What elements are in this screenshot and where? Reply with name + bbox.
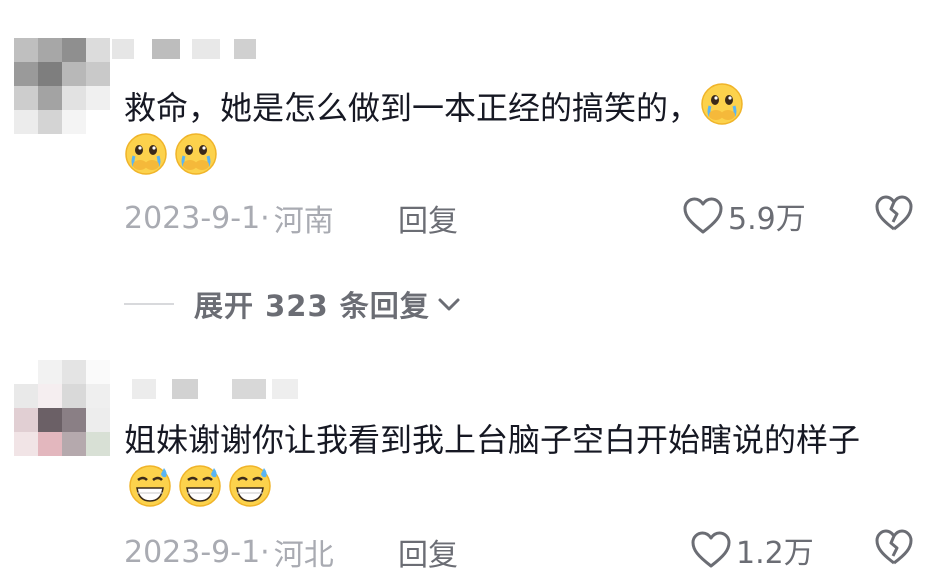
expand-replies-label: 展开 323 条回复 [194,289,430,323]
comment-location: 河南 [273,204,334,239]
avatar[interactable] [14,38,110,134]
comment-date: 2023-9-1· [124,200,270,236]
broken-heart-icon [875,195,913,231]
dislike-button[interactable] [874,528,914,572]
dislike-button[interactable] [874,194,914,238]
chevron-down-icon [438,298,460,311]
crying-pleading-face-icon [175,133,217,175]
comment-location: 河北 [273,538,334,573]
divider-line [124,303,174,305]
avatar[interactable] [14,360,110,456]
username[interactable] [112,36,352,62]
comment-text: 救命，她是怎么做到一本正经的搞笑的， [124,82,884,132]
comment-meta: 2023-9-1· 河北 [124,530,334,574]
broken-heart-icon [875,529,913,565]
comment-date: 2023-9-1· [124,534,270,570]
heart-icon [683,197,723,234]
emoji-row [128,464,272,508]
emoji-row [124,132,218,176]
grinning-sweat-face-icon [179,465,221,507]
comment-item: 姐妹谢谢你让我看到我上台脑子空白开始瞎说的样子 2023-9-1· 河北 回复 [0,340,928,586]
comment-text: 姐妹谢谢你让我看到我上台脑子空白开始瞎说的样子 [124,416,884,514]
crying-pleading-face-icon [701,83,743,125]
comment-meta: 2023-9-1· 河南 [124,196,334,240]
heart-icon [691,531,731,568]
grinning-sweat-face-icon [229,465,271,507]
crying-pleading-face-icon [125,133,167,175]
like-count: 1.2万 [736,536,814,571]
reply-button[interactable]: 回复 [398,196,458,240]
grinning-sweat-face-icon [129,465,171,507]
username[interactable] [112,376,352,402]
like-button[interactable]: 5.9万 [682,194,806,238]
like-count: 5.9万 [728,202,806,237]
comment-item: 救命，她是怎么做到一本正经的搞笑的， 2023-9-1· 河南 回复 5.9万 … [0,0,928,340]
like-button[interactable]: 1.2万 [690,528,814,572]
reply-button[interactable]: 回复 [398,530,458,574]
expand-replies-button[interactable]: 展开 323 条回复 [124,283,462,325]
